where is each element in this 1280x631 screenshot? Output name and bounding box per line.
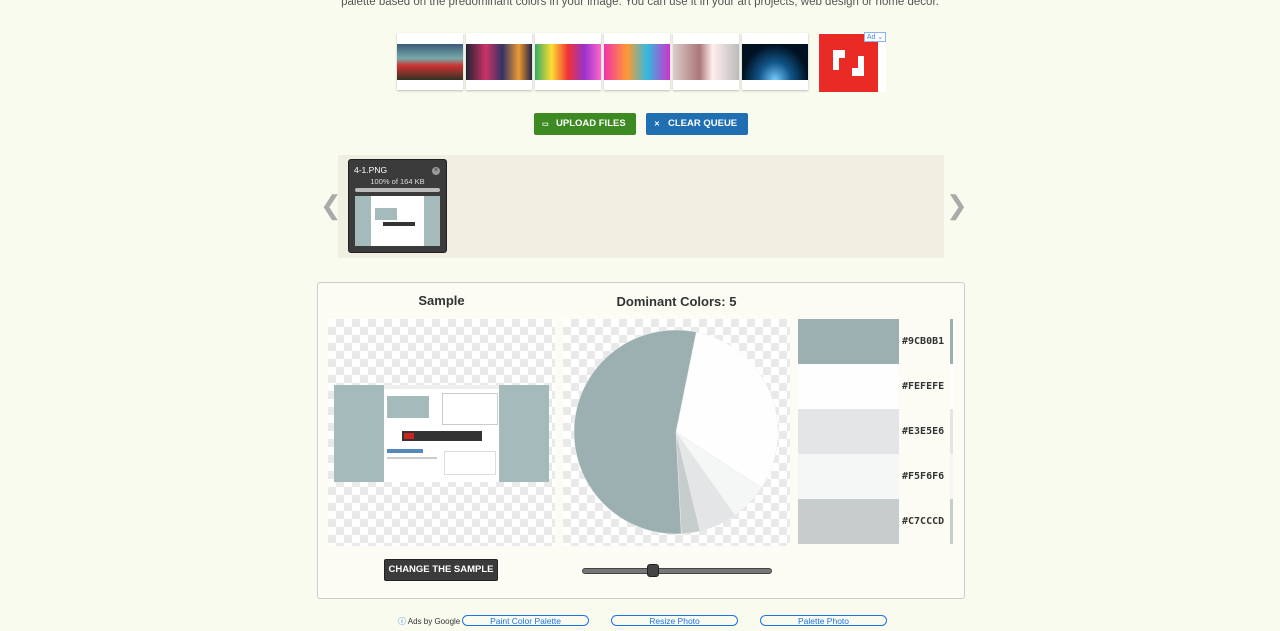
color-edge bbox=[950, 409, 953, 454]
file-progress-bar bbox=[355, 188, 440, 192]
sample-heading: Sample bbox=[418, 293, 465, 308]
color-hex-label: #FEFEFE bbox=[902, 381, 945, 392]
color-hex-label: #9CB0B1 bbox=[902, 336, 945, 347]
example-thumbnail-powder[interactable] bbox=[604, 33, 670, 90]
file-name: 4-1.PNG bbox=[354, 165, 388, 175]
color-count-slider[interactable] bbox=[582, 568, 772, 574]
change-sample-button[interactable]: CHANGE THE SAMPLE bbox=[384, 559, 498, 581]
color-hex-label: #C7CCCD bbox=[902, 516, 945, 527]
folder-icon: ▭ bbox=[542, 121, 549, 128]
ad-link-paint-color-palette[interactable]: Paint Color Palette bbox=[462, 615, 589, 626]
remove-file-icon[interactable]: × bbox=[432, 167, 440, 175]
example-thumbnail-rainbow[interactable] bbox=[535, 33, 601, 90]
color-swatch[interactable]: #C7CCCD bbox=[798, 499, 953, 544]
color-hex-label: #F5F6F6 bbox=[902, 471, 945, 482]
color-chip bbox=[798, 319, 899, 364]
file-thumbnail bbox=[355, 196, 440, 246]
dominant-colors-heading: Dominant Colors: 5 bbox=[616, 294, 737, 309]
example-thumbnail-racecar[interactable] bbox=[397, 33, 463, 90]
example-thumbnail-earth[interactable] bbox=[742, 33, 808, 90]
close-icon: ✕ bbox=[654, 121, 660, 128]
color-chip bbox=[798, 454, 899, 499]
ads-by-google[interactable]: ⓘ Ads by Google bbox=[398, 616, 460, 627]
color-edge bbox=[950, 364, 953, 409]
color-swatch[interactable]: #9CB0B1 bbox=[798, 319, 953, 364]
color-swatch[interactable]: #E3E5E6 bbox=[798, 409, 953, 454]
color-chip bbox=[798, 499, 899, 544]
color-hex-label: #E3E5E6 bbox=[902, 426, 945, 437]
example-thumbnail-city[interactable] bbox=[466, 33, 532, 90]
clear-queue-button[interactable]: ✕ CLEAR QUEUE bbox=[646, 113, 748, 135]
color-chip bbox=[798, 364, 899, 409]
color-swatch-list: #9CB0B1 #FEFEFE #E3E5E6 #F5F6F6 #C7CCCD bbox=[798, 319, 953, 546]
info-icon: ⓘ bbox=[398, 617, 406, 626]
color-pie-chart bbox=[563, 319, 790, 546]
color-edge bbox=[950, 319, 953, 364]
slider-handle[interactable] bbox=[647, 564, 659, 577]
chevron-left-icon[interactable]: ❮ bbox=[320, 190, 342, 220]
upload-files-button[interactable]: ▭ UPLOAD FILES bbox=[534, 113, 636, 135]
ad-link-resize-photo[interactable]: Resize Photo bbox=[611, 615, 738, 626]
file-status: 100% of 164 KB bbox=[370, 177, 425, 186]
palette-panel: Sample Dominant Colors: 5 #9CB0B1 #FEFEFE… bbox=[317, 282, 965, 599]
color-edge bbox=[950, 454, 953, 499]
color-edge bbox=[950, 499, 953, 544]
ad-link-palette-photo[interactable]: Palette Photo bbox=[760, 615, 887, 626]
color-swatch[interactable]: #F5F6F6 bbox=[798, 454, 953, 499]
pie-svg bbox=[573, 329, 779, 535]
example-thumbnail-portrait[interactable] bbox=[673, 33, 739, 90]
chevron-right-icon[interactable]: ❯ bbox=[946, 190, 968, 220]
ad-badge[interactable]: Ad ⌄ bbox=[864, 32, 886, 42]
intro-text: palette based on the predominant colors … bbox=[341, 0, 939, 8]
queue-file-card[interactable]: 4-1.PNG × 100% of 164 KB bbox=[348, 159, 447, 253]
color-chip bbox=[798, 409, 899, 454]
color-swatch[interactable]: #FEFEFE bbox=[798, 364, 953, 409]
sample-image bbox=[328, 319, 555, 546]
